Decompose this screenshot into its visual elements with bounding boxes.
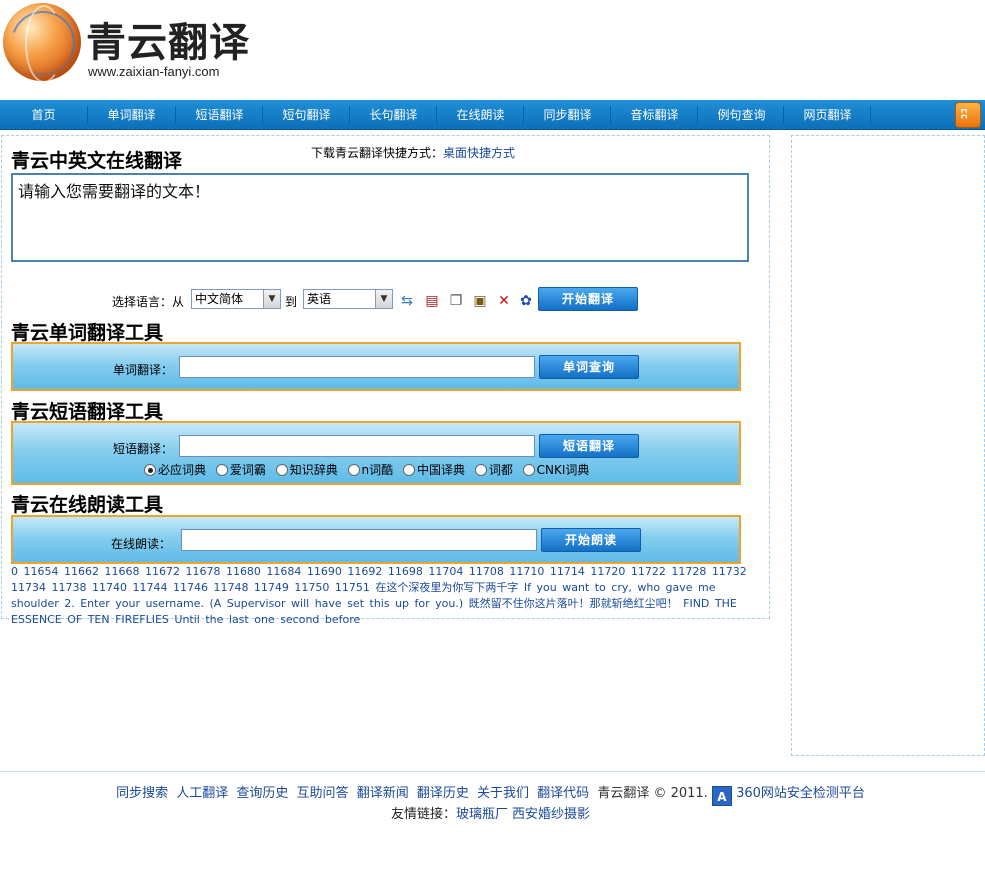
phrase-tool-title: 青云短语翻译工具 [11,401,164,423]
start-read-button[interactable]: 开始朗读 [541,528,641,552]
security-cert-link[interactable]: 360网站安全检测平台 [736,786,865,801]
friend-links: 友情链接：玻璃瓶厂 西安婚纱摄影 [0,803,985,822]
download-shortcut-line: 下载青云翻译快捷方式：桌面快捷方式 [311,144,515,161]
footer-link-qa[interactable]: 互助问答 [297,786,349,801]
footer-link-sync-search[interactable]: 同步搜索 [116,786,168,801]
word-tool-title: 青云单词翻译工具 [11,322,164,344]
dict-label: 爱词霸 [229,463,266,477]
chevron-down-icon: ▼ [263,290,280,308]
word-input-label: 单词翻译： [113,363,174,377]
download-prefix: 下载青云翻译快捷方式： [311,146,444,160]
nav-word-translate[interactable]: 单词翻译 [88,100,175,130]
dict-radio-china-dict[interactable]: 中国译典 [402,461,465,478]
nav-example-query[interactable]: 例句查询 [698,100,785,130]
phrase-input[interactable] [179,435,535,457]
chevron-down-icon: ▼ [375,290,392,308]
from-language-value: 中文简体 [195,292,244,306]
footer-link-translate-history[interactable]: 翻译历史 [417,786,469,801]
friend-link-glass-bottle[interactable]: 玻璃瓶厂 [456,807,508,822]
book-icon[interactable]: ▤ [423,292,441,310]
dict-radio-bing[interactable]: 必应词典 [144,461,206,478]
dict-radio-cnki[interactable]: CNKI词典 [522,461,590,478]
desktop-shortcut-link[interactable]: 桌面快捷方式 [443,146,515,160]
source-text-input[interactable]: 请输入您需要翻译的文本！ [11,173,749,262]
history-links[interactable]: 0 11654 11662 11668 11672 11678 11680 11… [11,564,765,628]
friend-link-wedding-photo[interactable]: 西安婚纱摄影 [512,807,590,822]
dict-label: 必应词典 [158,463,207,477]
nav-online-read[interactable]: 在线朗读 [437,100,524,130]
dict-radio-cidu[interactable]: 词都 [474,461,513,478]
footer-divider [0,771,985,772]
radio-icon [215,464,228,476]
nav-home[interactable]: 首页 [0,100,87,130]
nav-divider [870,106,871,124]
swap-icon[interactable]: ⇆ [398,292,416,310]
dict-label: CNKI词典 [536,463,590,477]
to-language-select[interactable]: 英语 ▼ [303,289,393,309]
footer-link-query-history[interactable]: 查询历史 [236,786,288,801]
dict-label: 知识辞典 [289,463,338,477]
copy-icon[interactable]: ❐ [447,292,465,310]
rss-icon[interactable]: ʭ [955,102,981,128]
dict-radio-iciba[interactable]: 爱词霸 [215,461,266,478]
nav-webpage-translate[interactable]: 网页翻译 [784,100,871,130]
radio-icon [522,464,535,476]
nav-long-sentence-translate[interactable]: 长句翻译 [350,100,437,130]
dict-label: 词都 [488,463,513,477]
to-language-value: 英语 [307,292,332,306]
to-label: 到 [285,295,298,309]
logo-globe-icon[interactable] [3,3,81,81]
footer-link-about[interactable]: 关于我们 [477,786,529,801]
from-language-select[interactable]: 中文简体 ▼ [191,289,281,309]
read-input-label: 在线朗读： [111,537,172,551]
read-input[interactable] [181,529,537,551]
dict-label: 中国译典 [416,463,465,477]
word-query-button[interactable]: 单词查询 [539,355,639,379]
paw-icon[interactable]: ✿ [517,292,535,310]
phrase-translate-button[interactable]: 短语翻译 [539,434,639,458]
logo-url: www.zaixian-fanyi.com [88,64,220,79]
clear-icon[interactable]: ✕ [495,292,513,310]
dict-radio-ciku[interactable]: n词酷 [347,461,394,478]
dict-label: n词酷 [361,463,394,477]
radio-selected-icon [144,464,156,476]
friend-links-label: 友情链接： [390,807,456,822]
nav-phonetic-translate[interactable]: 音标翻译 [611,100,698,130]
logo-text[interactable]: 青云翻译 [86,10,250,68]
nav-phrase-translate[interactable]: 短语翻译 [176,100,263,130]
read-tool-title: 青云在线朗读工具 [11,494,164,516]
radio-icon [402,464,415,476]
main-navbar: 首页 单词翻译 短语翻译 短句翻译 长句翻译 在线朗读 同步翻译 音标翻译 例句… [0,100,985,130]
side-panel [791,135,985,756]
footer-link-news[interactable]: 翻译新闻 [357,786,409,801]
nav-sync-translate[interactable]: 同步翻译 [524,100,611,130]
language-label: 选择语言：从 [112,295,185,309]
dict-radio-knowledge[interactable]: 知识辞典 [275,461,338,478]
radio-icon [275,464,288,476]
footer-brand: 青云翻译 © 2011. [597,786,708,801]
nav-short-sentence-translate[interactable]: 短句翻译 [263,100,350,130]
word-input[interactable] [179,356,535,378]
translator-title: 青云中英文在线翻译 [11,150,183,172]
radio-icon [347,464,360,476]
footer-link-code[interactable]: 翻译代码 [537,786,589,801]
paste-icon[interactable]: ▣ [471,292,489,310]
phrase-input-label: 短语翻译： [113,442,174,456]
dictionary-radio-group: 必应词典 爱词霸 知识辞典 n词酷 中国译典 词都 CNKI词典 [144,461,595,478]
radio-icon [474,464,487,476]
footer-link-human-translate[interactable]: 人工翻译 [176,786,228,801]
start-translate-button[interactable]: 开始翻译 [538,287,638,311]
site-header: 青云翻译 www.zaixian-fanyi.com [0,0,985,100]
